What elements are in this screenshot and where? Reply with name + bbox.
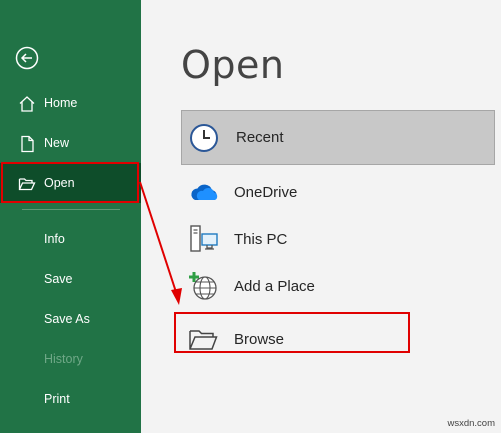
annotation-arrow <box>139 181 182 305</box>
watermark: wsxdn.com <box>447 418 495 429</box>
